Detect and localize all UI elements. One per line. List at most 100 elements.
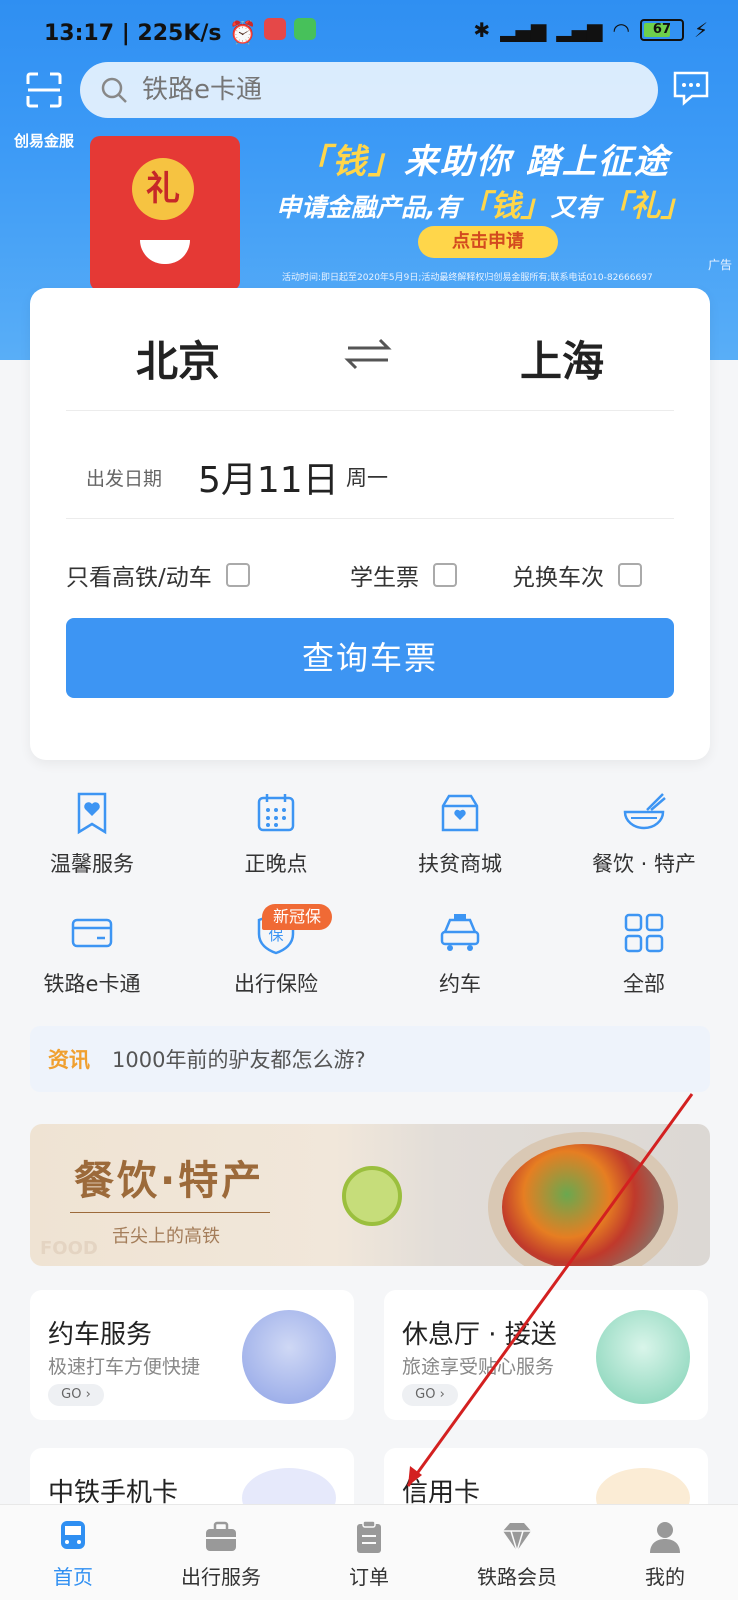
scan-icon[interactable] (26, 72, 62, 108)
service-title: 休息厅 · 接送 (402, 1320, 557, 1350)
search-bar[interactable] (80, 62, 658, 118)
shop-icon (441, 794, 479, 832)
nav-label: 我的 (645, 1565, 685, 1589)
banner-title: 「钱」来助你 踏上征途 (296, 134, 670, 183)
banner-sub-text-2: 又有 (550, 193, 601, 222)
option-exchange[interactable]: 兑换车次 (512, 558, 642, 592)
departure-city[interactable]: 北京 (136, 328, 220, 389)
swap-cities-icon[interactable] (338, 336, 398, 372)
charging-icon: ⚡ (693, 18, 708, 42)
banner-sub-text: 申请金融产品,有 (276, 193, 461, 222)
grid-item-ecard[interactable]: 铁路e卡通 (0, 910, 184, 998)
battery-icon: 67 (639, 19, 684, 41)
search-input[interactable] (142, 75, 602, 105)
status-bar: 13:17 | 225K/s ⏰ ✱ ▂▄▆ ▂▄▆ ◠ 67 ⚡ (0, 0, 738, 62)
nav-travel-service[interactable]: 出行服务 (148, 1519, 294, 1590)
ad-label: 广告 (707, 258, 732, 272)
news-strip[interactable]: 资讯 1000年前的驴友都怎么游? (30, 1026, 710, 1092)
option-high-speed[interactable]: 只看高铁/动车 (66, 558, 250, 592)
grid-label: 出行保险 (234, 972, 318, 996)
weekday: 周一 (346, 466, 388, 490)
date-label: 出发日期 (86, 468, 163, 490)
divider (66, 518, 674, 519)
nav-orders[interactable]: 订单 (296, 1519, 442, 1590)
red-packet-mouth (140, 240, 190, 264)
promo-banner[interactable]: 创易金服 礼 「钱」来助你 踏上征途 申请金融产品,有「钱」又有「礼」 点击申请… (0, 126, 738, 291)
train-icon (61, 1521, 85, 1549)
nav-profile[interactable]: 我的 (592, 1519, 738, 1590)
departure-date[interactable]: 5月11日 (198, 451, 339, 503)
news-headline[interactable]: 1000年前的驴友都怎么游? (112, 1044, 366, 1074)
food-banner-divider (70, 1212, 270, 1213)
signal-hd-icon: ▂▄▆ (556, 18, 603, 42)
car-icon (440, 914, 480, 951)
app-notification-icon (264, 18, 287, 40)
banner-sub-highlight-2: 「礼」 (600, 189, 691, 224)
food-banner-en: FOOD (40, 1238, 98, 1259)
ride-illustration (242, 1310, 336, 1404)
new-badge: 新冠保 (262, 904, 332, 930)
arrival-city[interactable]: 上海 (520, 328, 604, 389)
high-speed-checkbox[interactable] (225, 563, 250, 587)
service-card-lounge[interactable]: 休息厅 · 接送 旅途享受贴心服务 GO › (384, 1290, 708, 1420)
ticket-search-card: 北京 上海 出发日期 5月11日 周一 只看高铁/动车 学生票 兑换车次 查询车… (30, 288, 710, 760)
banner-subtitle: 申请金融产品,有「钱」又有「礼」 (276, 181, 691, 225)
option-student[interactable]: 学生票 (350, 558, 457, 592)
gift-seal: 礼 (132, 158, 194, 220)
bluetooth-icon: ✱ (473, 18, 491, 42)
service-title: 约车服务 (48, 1320, 153, 1350)
service-subtitle: 极速打车方便快捷 (48, 1356, 201, 1378)
grid-label: 全部 (623, 972, 665, 996)
network-speed: 225K/s (137, 21, 222, 46)
diamond-icon (503, 1523, 531, 1554)
banner-title-text: 来助你 踏上征途 (404, 142, 670, 182)
food-banner[interactable]: 餐饮·特产 舌尖上的高铁 FOOD (30, 1124, 710, 1266)
calendar-icon (257, 794, 295, 832)
clipboard-icon (357, 1520, 381, 1553)
bottom-navigation: 首页 出行服务 订单 铁路会员 我的 (0, 1504, 738, 1600)
alarm-icon: ⏰ (229, 21, 257, 46)
banner-fine-print: 活动时间:即日起至2020年5月9日;活动最终解释权归创易金服所有;联系电话01… (282, 273, 653, 283)
grid-item-train-status[interactable]: 正晚点 (184, 790, 368, 878)
go-button[interactable]: GO › (402, 1384, 458, 1406)
option-label: 学生票 (350, 565, 419, 591)
grid-item-all[interactable]: 全部 (552, 910, 736, 998)
grid-item-ride[interactable]: 约车 (368, 910, 552, 998)
grid-item-food[interactable]: 餐饮 · 特产 (552, 790, 736, 878)
grid-icon (624, 913, 664, 953)
battery-level: 67 (652, 22, 671, 37)
signal-icon: ▂▄▆ (500, 18, 547, 42)
option-label: 只看高铁/动车 (66, 565, 212, 591)
status-icons: ✱ ▂▄▆ ▂▄▆ ◠ 67 ⚡ (473, 18, 708, 42)
student-checkbox[interactable] (433, 563, 457, 587)
food-banner-subtitle: 舌尖上的高铁 (112, 1226, 220, 1247)
grid-item-poverty-mall[interactable]: 扶贫商城 (368, 790, 552, 878)
briefcase-icon (206, 1521, 236, 1551)
status-time: 13:17 | 225K/s ⏰ (44, 18, 316, 46)
nav-label: 订单 (349, 1565, 389, 1589)
apply-button[interactable]: 点击申请 (418, 226, 558, 258)
noodle-bowl-icon (623, 793, 666, 830)
banner-brand: 创易金服 (14, 132, 75, 150)
food-bowl-contents (502, 1144, 664, 1266)
grid-label: 约车 (439, 972, 481, 996)
card-icon (71, 918, 113, 948)
grid-label: 温馨服务 (50, 852, 134, 876)
go-button[interactable]: GO › (48, 1384, 104, 1406)
message-icon[interactable] (672, 70, 710, 106)
lime-image (342, 1166, 402, 1226)
clock-text: 13:17 (44, 21, 115, 46)
nav-label: 出行服务 (181, 1565, 261, 1589)
exchange-checkbox[interactable] (618, 563, 642, 587)
app-notification-icon-2 (293, 18, 316, 40)
search-icon (101, 77, 127, 103)
nav-home[interactable]: 首页 (0, 1519, 146, 1590)
grid-label: 铁路e卡通 (43, 972, 141, 996)
heart-bookmark-icon (77, 792, 107, 835)
search-tickets-button[interactable]: 查询车票 (66, 618, 674, 698)
service-card-ride[interactable]: 约车服务 极速打车方便快捷 GO › (30, 1290, 354, 1420)
divider (66, 410, 674, 411)
grid-label: 扶贫商城 (418, 852, 502, 876)
nav-membership[interactable]: 铁路会员 (444, 1519, 590, 1590)
grid-item-warm-service[interactable]: 温馨服务 (0, 790, 184, 878)
